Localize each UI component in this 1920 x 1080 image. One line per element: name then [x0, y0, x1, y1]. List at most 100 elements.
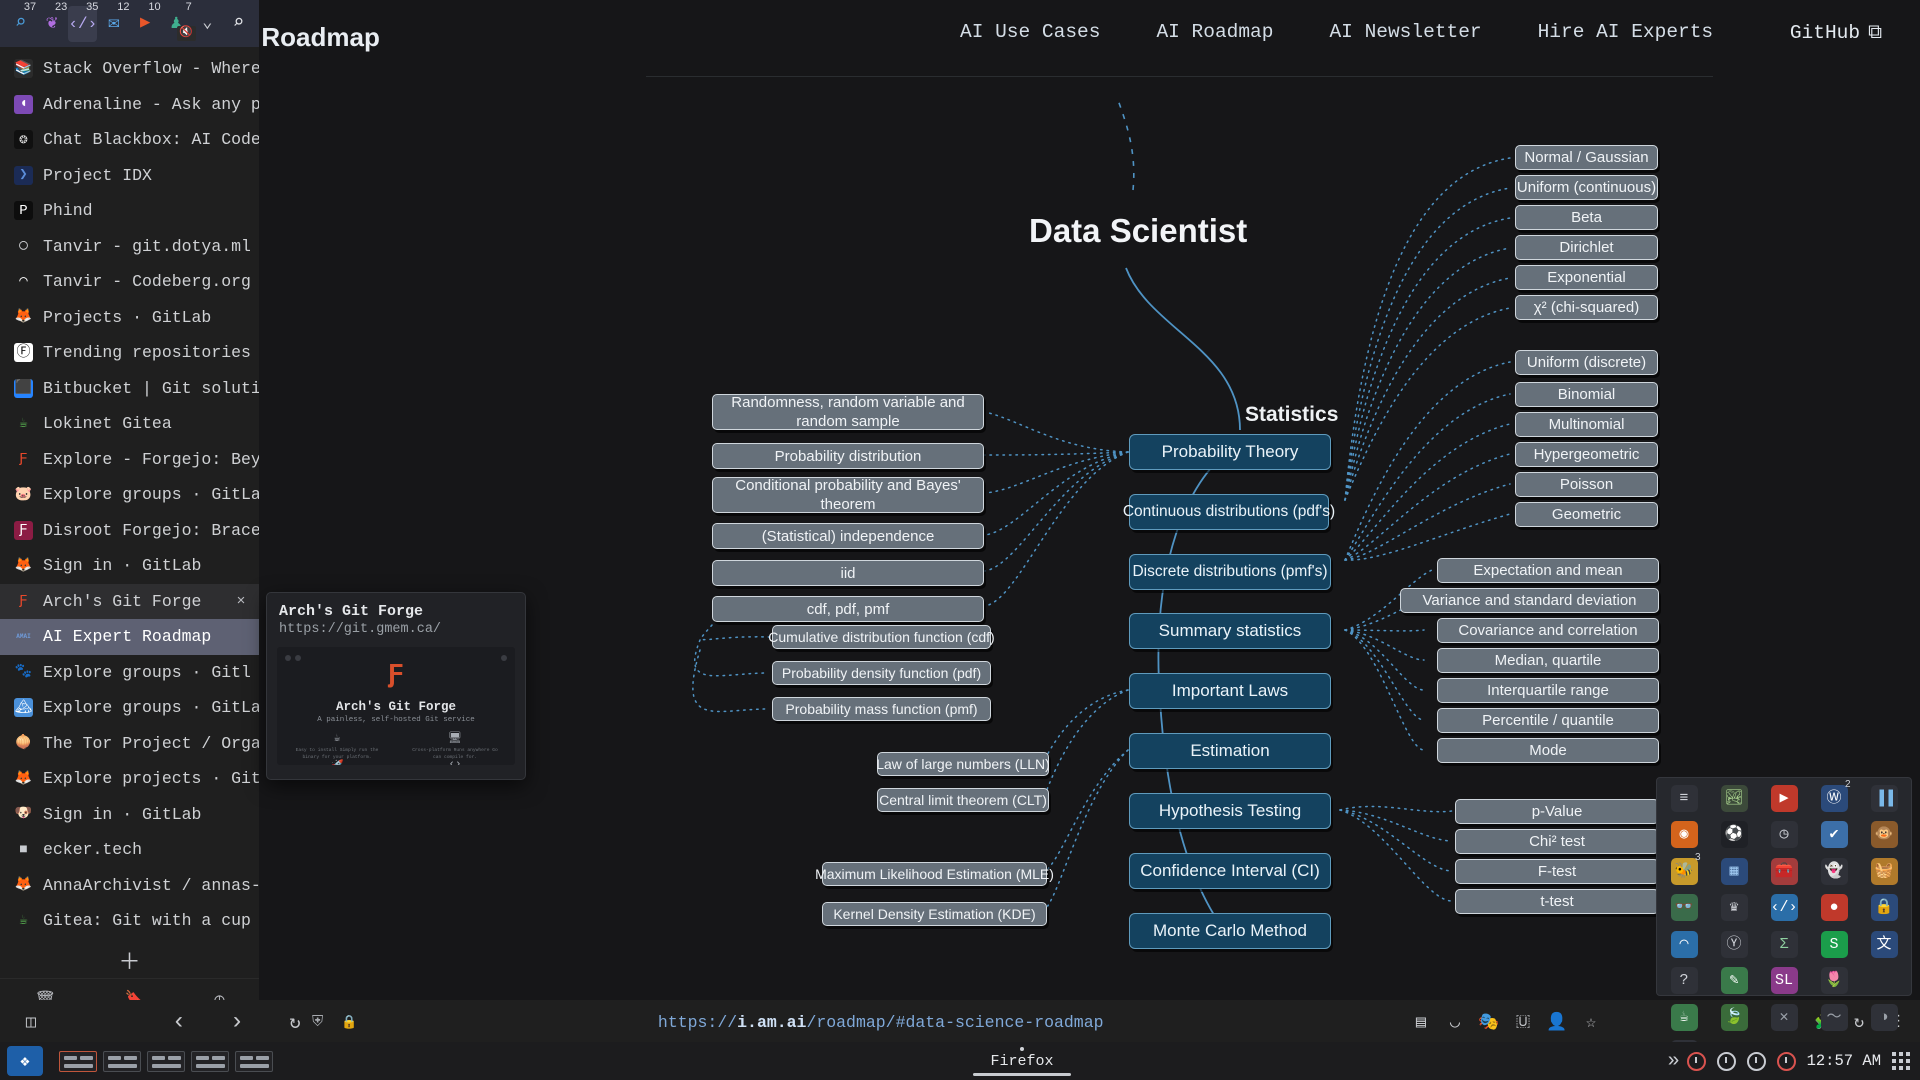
- monkey-icon[interactable]: 🐵: [1870, 821, 1898, 849]
- tray-expand-chevrons-icon[interactable]: »: [1668, 1050, 1680, 1073]
- mail-icon-button[interactable]: ✉ 12: [99, 1, 129, 42]
- keepassxc-icon[interactable]: Ⓨ: [1720, 930, 1748, 958]
- audio-mixer-icon[interactable]: ≡: [1670, 784, 1698, 812]
- node-covariance-and-correlation[interactable]: Covariance and correlation: [1437, 618, 1659, 643]
- node-hypothesis-testing[interactable]: Hypothesis Testing: [1129, 793, 1331, 829]
- bookmark-star-icon[interactable]: ☆: [1574, 1005, 1608, 1039]
- toolbox-icon[interactable]: 🧰: [1770, 857, 1798, 885]
- signal-icon[interactable]: ◠: [1670, 930, 1698, 958]
- tab-close-icon[interactable]: ×: [231, 591, 251, 611]
- sidebar-toggle-icon[interactable]: ◫: [14, 1005, 48, 1039]
- node-variance-standard-deviation[interactable]: Variance and standard deviation: [1400, 588, 1659, 613]
- lock-icon[interactable]: 🔒: [1870, 894, 1898, 922]
- sphere-icon[interactable]: ⚽: [1720, 821, 1748, 849]
- tab-item[interactable]: 🏔 Explore groups · GitLa: [0, 690, 259, 726]
- workspace-2[interactable]: [103, 1050, 141, 1072]
- tab-item[interactable]: Ƒ Disroot Forgejo: Brace: [0, 513, 259, 549]
- node-central-limit-theorem[interactable]: Central limit theorem (CLT): [877, 788, 1049, 812]
- reload-icon[interactable]: ↻: [278, 1005, 312, 1039]
- tab-item[interactable]: ■ ecker.tech: [0, 832, 259, 868]
- node-probability-distribution[interactable]: Probability distribution: [712, 443, 984, 469]
- show-desktop-grid-icon[interactable]: [1892, 1052, 1910, 1070]
- node-probability-mass-function[interactable]: Probability mass function (pmf): [772, 697, 991, 721]
- tab-item[interactable]: ❯ Project IDX: [0, 158, 259, 194]
- node-geometric[interactable]: Geometric: [1515, 502, 1658, 527]
- node-important-laws[interactable]: Important Laws: [1129, 673, 1331, 709]
- grid-apps-icon[interactable]: ▦: [1720, 857, 1748, 885]
- node-uniform-discrete[interactable]: Uniform (discrete): [1515, 350, 1658, 375]
- tab-item[interactable]: ❂ Chat Blackbox: AI Code: [0, 122, 259, 158]
- node-interquartile-range[interactable]: Interquartile range: [1437, 678, 1659, 703]
- skype-icon[interactable]: S: [1820, 930, 1848, 958]
- pocket-icon[interactable]: ◡: [1438, 1005, 1472, 1039]
- node-iid[interactable]: iid: [712, 560, 984, 586]
- taskbar-window-button[interactable]: Firefox: [973, 1046, 1071, 1076]
- ghost-icon[interactable]: 👻: [1820, 857, 1848, 885]
- tray-volume-icon[interactable]: [1746, 1051, 1766, 1071]
- tab-item[interactable]: ◠ Tanvir - Codeberg.org: [0, 264, 259, 300]
- node-cdf-pdf-pmf[interactable]: cdf, pdf, pmf: [712, 596, 984, 622]
- url-bar[interactable]: ⛨ 🔒 https://i.am.ai/roadmap/#data-scienc…: [312, 1013, 1404, 1032]
- tulip-icon[interactable]: 🌷: [1820, 967, 1848, 995]
- tab-item[interactable]: 🐾 Explore groups · Gitl: [0, 655, 259, 691]
- equalizer-icon[interactable]: ▐▐: [1870, 784, 1898, 812]
- node-kernel-density-estimation[interactable]: Kernel Density Estimation (KDE): [822, 902, 1047, 926]
- node-expectation-and-mean[interactable]: Expectation and mean: [1437, 558, 1659, 583]
- workspace-1[interactable]: [59, 1050, 97, 1072]
- node-cumulative-distribution-function[interactable]: Cumulative distribution function (cdf): [768, 625, 995, 649]
- node-t-test[interactable]: t-test: [1455, 889, 1659, 914]
- node-summary-statistics[interactable]: Summary statistics: [1129, 613, 1331, 649]
- node-mode[interactable]: Mode: [1437, 738, 1659, 763]
- ghost2-icon[interactable]: ◑: [1870, 1003, 1898, 1031]
- tab-item[interactable]: 🐷 Explore groups · GitLab: [0, 477, 259, 513]
- node-maximum-likelihood-estimation[interactable]: Maximum Likelihood Estimation (MLE): [815, 862, 1054, 886]
- node-uniform-continuous[interactable]: Uniform (continuous): [1515, 175, 1658, 200]
- code-editor-icon[interactable]: ‹/›: [1770, 894, 1798, 922]
- node-normal-gaussian[interactable]: Normal / Gaussian: [1515, 145, 1658, 170]
- grid-spacer-icon[interactable]: [1871, 967, 1898, 994]
- node-randomness-random-variable[interactable]: Randomness, random variable and random s…: [712, 394, 984, 430]
- basket-icon[interactable]: 🧺: [1870, 857, 1898, 885]
- sidebar-search-button[interactable]: ⌕: [224, 6, 253, 42]
- node-chi-squared[interactable]: χ² (chi-squared): [1515, 295, 1658, 320]
- tab-item[interactable]: ◯ Tanvir - git.dotya.ml: [0, 229, 259, 265]
- node-statistical-independence[interactable]: (Statistical) independence: [712, 523, 984, 549]
- tab-item[interactable]: 🐶 Sign in · GitLab: [0, 797, 259, 833]
- workspace-pager[interactable]: [59, 1050, 273, 1072]
- node-probability-density-function[interactable]: Probability density function (pdf): [772, 661, 991, 685]
- node-confidence-interval[interactable]: Confidence Interval (CI): [1129, 853, 1331, 889]
- tray-network-icon[interactable]: [1716, 1051, 1736, 1071]
- app-launcher-button[interactable]: ❖: [7, 1046, 43, 1076]
- leaf-icon[interactable]: 🍃: [1720, 1003, 1748, 1031]
- taskbar-clock[interactable]: 12:57 AM: [1807, 1052, 1881, 1070]
- node-exponential[interactable]: Exponential: [1515, 265, 1658, 290]
- wave-icon[interactable]: 〜: [1820, 1003, 1848, 1031]
- workspace-3[interactable]: [147, 1050, 185, 1072]
- node-beta[interactable]: Beta: [1515, 205, 1658, 230]
- shield-icon[interactable]: ⛨: [312, 1013, 323, 1031]
- play-video-icon-button[interactable]: ▶ 10: [131, 1, 161, 42]
- tab-list[interactable]: 📚 Stack Overflow - Where ◖ Adrenaline - Ask…: [0, 47, 259, 942]
- sl-icon[interactable]: SL: [1770, 967, 1798, 995]
- tab-item[interactable]: Ƒ Explore - Forgejo: Beyo: [0, 442, 259, 478]
- tab-item[interactable]: 🦊 Explore projects · Gitl: [0, 761, 259, 797]
- sigma-icon[interactable]: Σ: [1770, 930, 1798, 958]
- gitea-icon[interactable]: ☕: [1670, 1003, 1698, 1031]
- extension-icon[interactable]: 🎭: [1472, 1005, 1506, 1039]
- brave-lion-icon-button[interactable]: ❦ 23: [37, 1, 67, 42]
- system-tray-icon-grid[interactable]: ≡ 🏞 ▶ Ⓦ 2 ▐▐ ◉ ⚽ ◷ ✔ 🐵 🐝 3 ▦ 🧰 👻 🧺 👓 ♛ ‹/› ● 🔒 ◠ Ⓨ Σ S 文? ✎ SL 🌷 ☕ 🍃 ✕ 〜 ◑…: [1656, 777, 1912, 1068]
- ui-app-icon[interactable]: Ⓦ 2: [1820, 779, 1851, 812]
- tab-item[interactable]: 🦊 Sign in · GitLab: [0, 548, 259, 584]
- tab-item[interactable]: 🧅 The Tor Project / Organ: [0, 726, 259, 762]
- tab-item[interactable]: ⬛ Bitbucket | Git solutio: [0, 371, 259, 407]
- pencil-icon[interactable]: ✎: [1720, 967, 1748, 995]
- node-law-of-large-numbers[interactable]: Law of large numbers (LLN): [876, 752, 1050, 776]
- tab-item[interactable]: AMAI AI Expert Roadmap: [0, 619, 259, 655]
- tab-item[interactable]: P Phind: [0, 193, 259, 229]
- bee-icon[interactable]: 🐝 3: [1670, 852, 1701, 885]
- search-icon-button[interactable]: ⌕ 37: [6, 1, 36, 42]
- node-binomial[interactable]: Binomial: [1515, 382, 1658, 407]
- node-estimation[interactable]: Estimation: [1129, 733, 1331, 769]
- check-circle-icon[interactable]: ✔: [1820, 821, 1848, 849]
- node-monte-carlo-method[interactable]: Monte Carlo Method: [1129, 913, 1331, 949]
